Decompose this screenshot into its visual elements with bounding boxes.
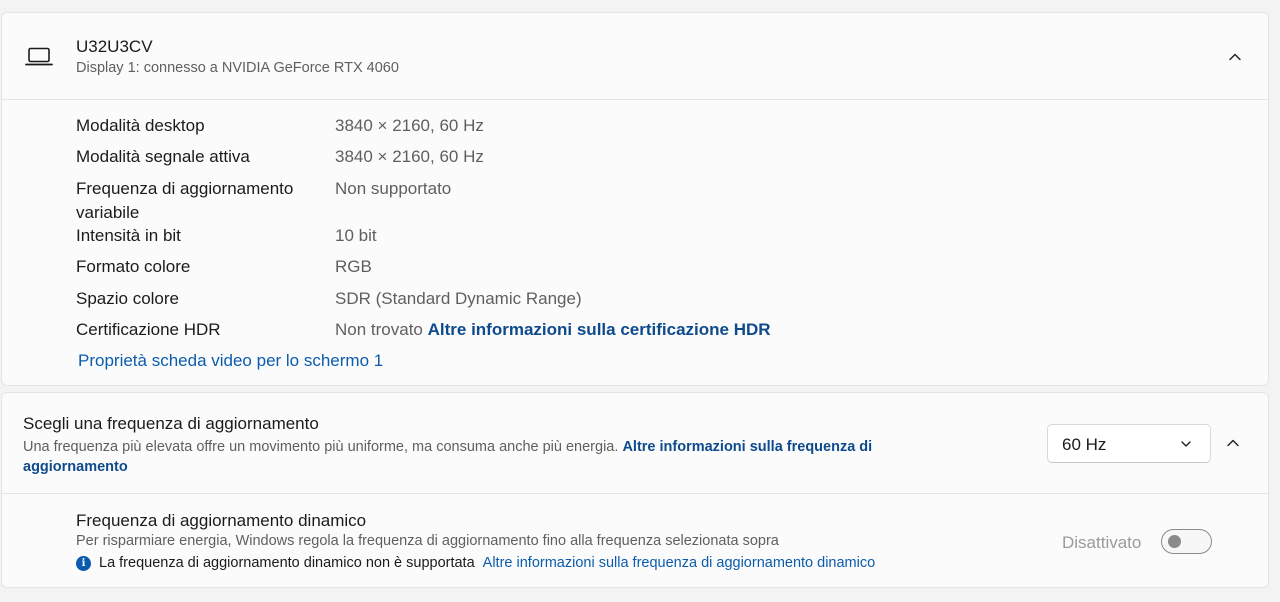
adapter-properties-link[interactable]: Proprietà scheda video per lo schermo 1 [78,351,383,371]
laptop-icon [25,47,53,66]
property-label: Spazio colore [76,289,180,308]
refresh-rate-dropdown[interactable]: 60 Hz [1047,424,1211,463]
chevron-up-icon [1227,439,1239,447]
collapse-display-button[interactable] [1222,44,1248,70]
property-label: Certificazione HDR [76,320,221,339]
dynamic-refresh-info-link[interactable]: Altre informazioni sulla frequenza di ag… [483,555,876,571]
property-value: RGB [335,257,372,276]
property-value: SDR (Standard Dynamic Range) [335,289,582,308]
property-value: 3840 × 2160, 60 Hz [335,116,484,135]
property-value: Non supportato [335,179,452,198]
property-label: Formato colore [76,257,191,276]
display-name: U32U3CV [76,37,153,56]
toggle-knob [1168,535,1181,548]
dynamic-refresh-title: Frequenza di aggiornamento dinamico [76,511,367,530]
refresh-rate-title: Scegli una frequenza di aggiornamento [23,414,319,433]
refresh-rate-description: Una frequenza più elevata offre un movim… [23,437,943,477]
property-label: Frequenza di aggiornamento variabile [76,179,294,222]
refresh-rate-header: Scegli una frequenza di aggiornamento Un… [2,393,1268,494]
property-value: Non trovato [335,320,423,339]
refresh-rate-card: Scegli una frequenza di aggiornamento Un… [1,392,1269,588]
property-value: 3840 × 2160, 60 Hz [335,147,484,166]
display-card: U32U3CV Display 1: connesso a NVIDIA GeF… [1,12,1269,386]
dynamic-refresh-toggle[interactable] [1161,529,1212,554]
display-connection-info: Display 1: connesso a NVIDIA GeForce RTX… [76,60,399,76]
dynamic-refresh-description: Per risparmiare energia, Windows regola … [76,533,779,549]
dynamic-refresh-info-text: La frequenza di aggiornamento dinamico n… [99,555,475,571]
dynamic-refresh-info: i La frequenza di aggiornamento dinamico… [76,555,875,571]
chevron-up-icon [1229,53,1241,61]
property-label: Modalità desktop [76,116,205,135]
property-label: Intensità in bit [76,226,181,245]
display-card-header[interactable]: U32U3CV Display 1: connesso a NVIDIA GeF… [2,13,1268,100]
property-label: Modalità segnale attiva [76,147,250,166]
property-value: 10 bit [335,226,377,245]
refresh-rate-selected: 60 Hz [1062,435,1107,454]
refresh-rate-description-text: Una frequenza più elevata offre un movim… [23,439,619,455]
info-icon: i [76,555,91,571]
hdr-certification-link[interactable]: Altre informazioni sulla certificazione … [428,320,771,339]
chevron-down-icon [1181,441,1191,447]
collapse-refresh-button[interactable] [1220,430,1246,456]
toggle-state-label: Disattivato [1062,533,1142,552]
property-value-group: Non trovato Altre informazioni sulla cer… [335,318,771,342]
